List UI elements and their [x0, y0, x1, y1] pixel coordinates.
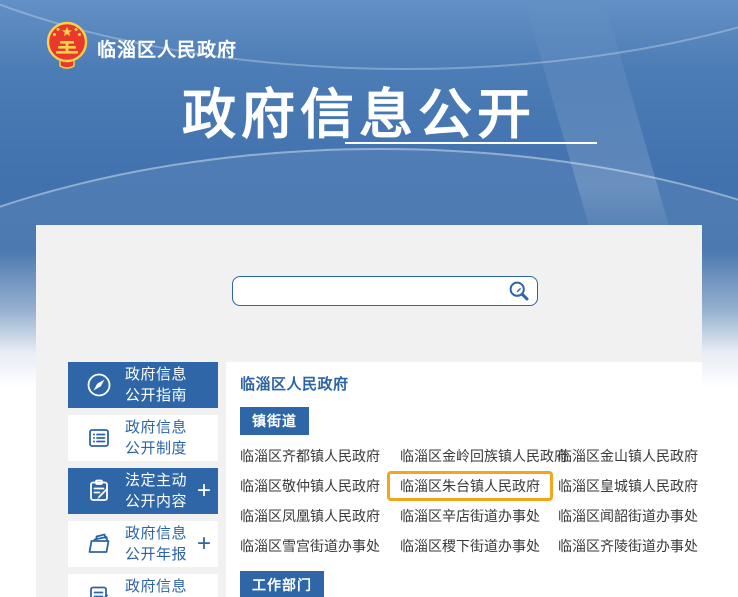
search-input[interactable]: [233, 278, 508, 304]
page: 临淄区人民政府 政府信息公开: [0, 0, 738, 597]
sidebar-item-label: 法定主动 公开内容: [125, 470, 187, 512]
top-bar: 临淄区人民政府: [45, 20, 237, 70]
entity-link[interactable]: 临淄区齐陵街道办事处: [545, 531, 702, 561]
main-title: 临淄区人民政府: [240, 373, 702, 394]
search-box[interactable]: [232, 276, 538, 306]
sidebar-item-label: 政府信息 公开指南: [125, 364, 187, 406]
compass-icon: [84, 370, 114, 400]
expand-plus-icon[interactable]: +: [197, 532, 211, 556]
document-pen-icon: [84, 582, 114, 597]
site-name: 临淄区人民政府: [97, 35, 237, 62]
entity-link[interactable]: 临淄区辛店街道办事处: [387, 501, 553, 531]
search-icon[interactable]: [508, 280, 530, 302]
page-title: 政府信息公开: [0, 70, 738, 149]
sidebar-item-disclosure-on-request[interactable]: 政府信息 依申请公开: [68, 574, 218, 597]
entity-link[interactable]: 临淄区稷下街道办事处: [387, 531, 553, 561]
sidebar-item-label: 政府信息 依申请公开: [125, 576, 203, 597]
section-badge-towns: 镇街道: [240, 407, 309, 435]
entity-link[interactable]: 临淄区闻韶街道办事处: [545, 501, 702, 531]
list-icon: [84, 423, 114, 453]
main-panel: 临淄区人民政府 镇街道 临淄区齐都镇人民政府 临淄区金岭回族镇人民政府 临淄区金…: [226, 362, 702, 597]
entity-link[interactable]: 临淄区敬仲镇人民政府: [227, 471, 393, 501]
entity-link[interactable]: 临淄区凤凰镇人民政府: [227, 501, 393, 531]
links-grid: 临淄区齐都镇人民政府 临淄区金岭回族镇人民政府 临淄区金山镇人民政府 临淄区敬仲…: [240, 441, 702, 561]
folder-icon: [84, 529, 114, 559]
sidebar-item-disclosure-guide[interactable]: 政府信息 公开指南: [68, 362, 218, 408]
national-emblem-icon: [45, 20, 89, 70]
sidebar-item-disclosure-system[interactable]: 政府信息 公开制度: [68, 415, 218, 461]
sidebar-item-statutory-disclosure[interactable]: 法定主动 公开内容 +: [68, 468, 218, 514]
clipboard-pen-icon: [84, 476, 114, 506]
sidebar-item-label: 政府信息 公开年报: [125, 523, 187, 565]
sidebar-item-label: 政府信息 公开制度: [125, 417, 187, 459]
content-card: 政府信息 公开指南 政府信息: [36, 225, 702, 597]
section-badge-departments: 工作部门: [240, 571, 324, 597]
expand-plus-icon[interactable]: +: [197, 479, 211, 503]
sidebar: 政府信息 公开指南 政府信息: [68, 362, 218, 597]
entity-link[interactable]: 临淄区雪宫街道办事处: [227, 531, 393, 561]
entity-link[interactable]: 临淄区皇城镇人民政府: [545, 471, 702, 501]
title-underline: [345, 142, 597, 144]
sidebar-item-annual-report[interactable]: 政府信息 公开年报 +: [68, 521, 218, 567]
entity-link[interactable]: 临淄区金山镇人民政府: [545, 441, 702, 471]
entity-link-highlighted[interactable]: 临淄区朱台镇人民政府: [387, 471, 553, 501]
entity-link[interactable]: 临淄区齐都镇人民政府: [227, 441, 393, 471]
